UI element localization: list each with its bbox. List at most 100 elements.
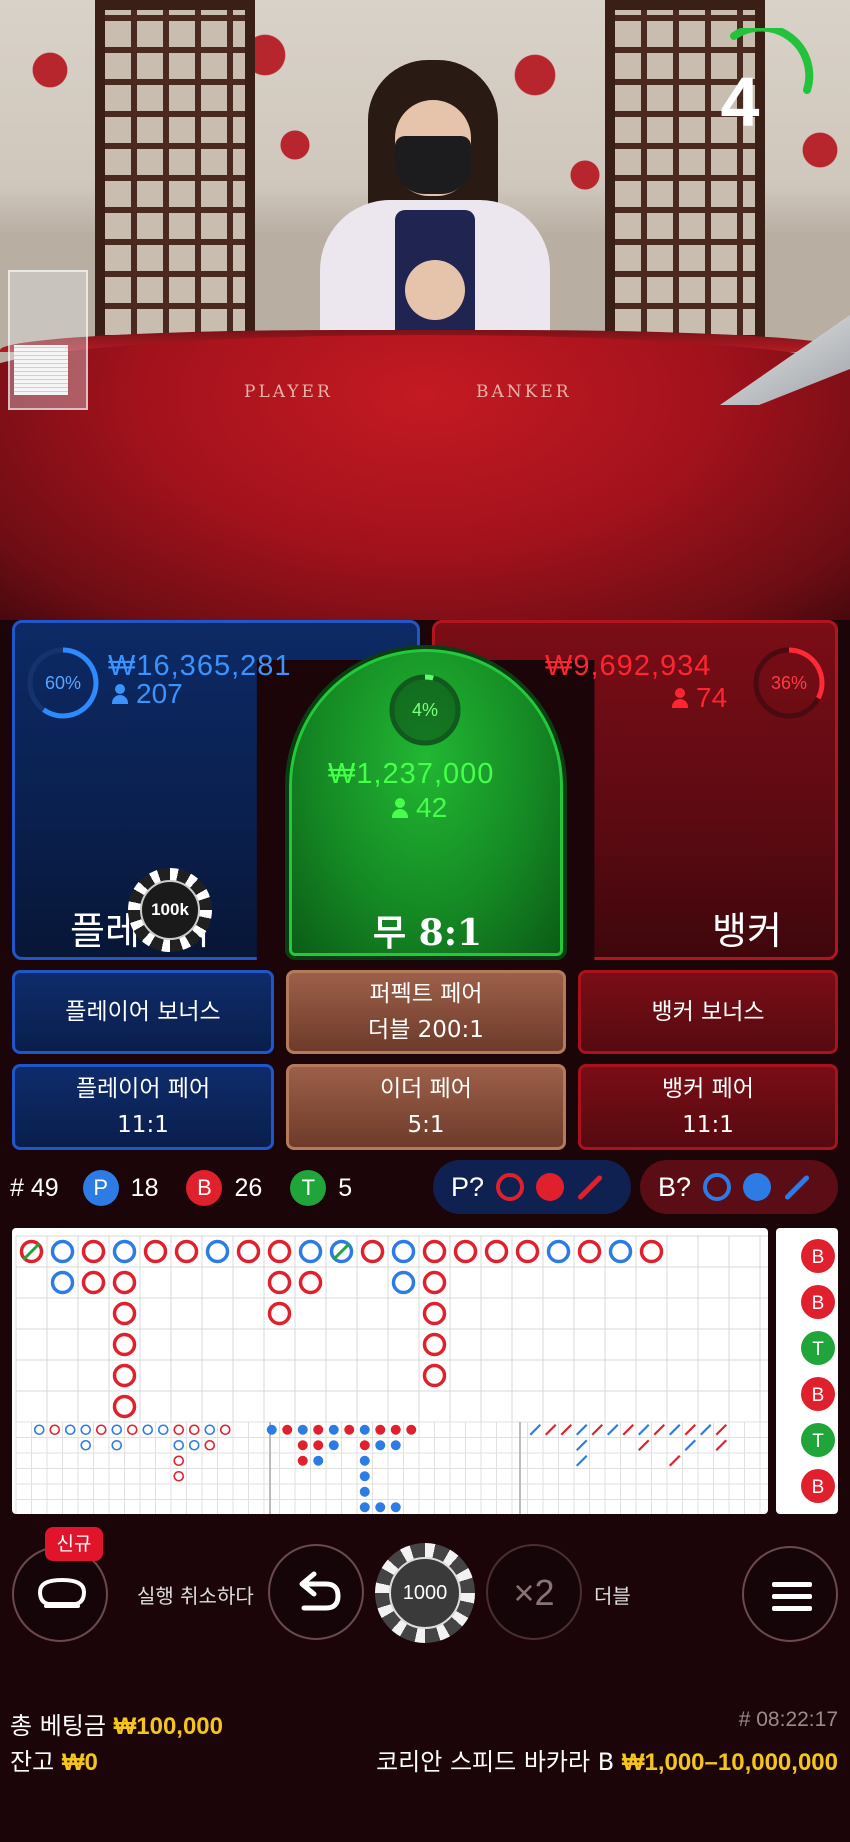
player-bettor-count: 207 bbox=[112, 678, 183, 710]
small-road-dot bbox=[375, 1440, 386, 1451]
banker-ring-mark bbox=[422, 1363, 447, 1388]
small-road-dot bbox=[344, 1424, 355, 1435]
small-road-slash bbox=[544, 1423, 557, 1436]
banker-ring-mark bbox=[422, 1332, 447, 1357]
small-road-slash bbox=[699, 1423, 712, 1436]
small-road-dot bbox=[313, 1440, 324, 1451]
small-road-slash bbox=[606, 1423, 619, 1436]
small-road-ring bbox=[204, 1424, 216, 1436]
tie-count: 5 bbox=[338, 1173, 353, 1202]
small-road-dot bbox=[328, 1440, 339, 1451]
placed-chip-100k: 100k bbox=[128, 868, 212, 952]
small-road-slash bbox=[575, 1439, 588, 1452]
double-label: 더블 bbox=[594, 1584, 631, 1608]
banker-win-count: 26 bbox=[234, 1173, 263, 1202]
small-road-ring bbox=[49, 1424, 61, 1436]
banker-bonus-bet[interactable]: 뱅커 보너스 bbox=[578, 970, 838, 1054]
player-pair-bet[interactable]: 플레이어 페어 11:1 bbox=[12, 1064, 274, 1150]
small-road-dot bbox=[297, 1424, 308, 1435]
player-ring-mark bbox=[391, 1239, 416, 1264]
player-bonus-bet[interactable]: 플레이어 보너스 bbox=[12, 970, 274, 1054]
small-road-slash bbox=[560, 1423, 573, 1436]
tie-percent: 4% bbox=[411, 700, 438, 720]
small-road-slash bbox=[715, 1423, 728, 1436]
banker-ring-mark bbox=[515, 1239, 540, 1264]
small-road-ring bbox=[188, 1424, 200, 1436]
small-road-ring bbox=[173, 1470, 185, 1482]
banker-ring-mark bbox=[298, 1270, 323, 1295]
small-road-ring bbox=[173, 1439, 185, 1451]
player-predict-button[interactable]: P? bbox=[433, 1160, 631, 1214]
player-slash-icon bbox=[783, 1173, 811, 1201]
chip-value: 1000 bbox=[389, 1557, 461, 1629]
banker-ring-mark bbox=[267, 1239, 292, 1264]
banker-percent: 36% bbox=[770, 673, 808, 693]
small-road-slash bbox=[684, 1423, 697, 1436]
small-road-ring bbox=[219, 1424, 231, 1436]
small-road-dot bbox=[359, 1455, 370, 1466]
banker-ring-icon bbox=[496, 1173, 525, 1201]
banker-dot-icon bbox=[536, 1173, 565, 1201]
small-road-ring bbox=[111, 1439, 123, 1451]
double-button[interactable]: ×2 bbox=[486, 1544, 582, 1640]
small-road-ring bbox=[64, 1424, 76, 1436]
either-pair-label: 이더 페어 bbox=[380, 1076, 472, 1102]
banker-pair-odds: 11:1 bbox=[682, 1112, 734, 1138]
banker-ring-mark bbox=[112, 1394, 137, 1419]
table-info: 코리안 스피드 바카라 B ₩1,000–10,000,000 bbox=[376, 1742, 838, 1777]
perfect-pair-bet[interactable]: 퍼펙트 페어 더블 200:1 bbox=[286, 970, 566, 1054]
banker-ring-mark bbox=[267, 1301, 292, 1326]
lattice-screen-left bbox=[95, 0, 255, 345]
small-road-dot bbox=[375, 1424, 386, 1435]
banker-ring-mark bbox=[422, 1270, 447, 1295]
player-win-count: 18 bbox=[130, 1173, 159, 1202]
small-road-dot bbox=[297, 1455, 308, 1466]
tie-bet-label: 무 8:1 bbox=[373, 912, 483, 954]
small-road-slash bbox=[668, 1454, 681, 1467]
player-ring-mark bbox=[50, 1239, 75, 1264]
round-id: # 08:22:17 bbox=[738, 1708, 838, 1731]
table-name: 코리안 스피드 바카라 B bbox=[376, 1748, 615, 1776]
player-pair-label: 플레이어 페어 bbox=[75, 1076, 211, 1102]
banker-predict-button[interactable]: B? bbox=[640, 1160, 838, 1214]
small-road-dot bbox=[359, 1440, 370, 1451]
small-road-slash bbox=[715, 1439, 728, 1452]
banker-ring-mark bbox=[81, 1239, 106, 1264]
bead-label: B bbox=[812, 1293, 825, 1314]
countdown-number: 4 bbox=[720, 63, 760, 141]
small-road-slash bbox=[591, 1423, 604, 1436]
total-bet-label: 총 베팅금 bbox=[10, 1712, 106, 1740]
small-road-slash bbox=[575, 1423, 588, 1436]
player-bonus-label: 플레이어 보너스 bbox=[65, 999, 221, 1025]
player-dot-icon bbox=[743, 1173, 772, 1201]
tie-slash-mark bbox=[332, 1242, 351, 1261]
small-road-ring bbox=[126, 1424, 138, 1436]
banker-pair-label: 뱅커 페어 bbox=[662, 1076, 754, 1102]
banker-ring-mark bbox=[577, 1239, 602, 1264]
small-road-dot bbox=[266, 1424, 277, 1435]
small-road-dot bbox=[390, 1502, 401, 1513]
small-road-ring bbox=[204, 1439, 216, 1451]
felt-banker-label: BANKER bbox=[476, 382, 572, 402]
scoreboard-roadmap[interactable] bbox=[12, 1228, 768, 1514]
either-pair-bet[interactable]: 이더 페어 5:1 bbox=[286, 1064, 566, 1150]
small-road-dot bbox=[375, 1502, 386, 1513]
banker-bonus-label: 뱅커 보너스 bbox=[651, 999, 765, 1025]
shoe-statistics: # 49 P 18 B 26 T 5 bbox=[10, 1162, 352, 1214]
bead-label: B bbox=[812, 1477, 825, 1498]
player-percent: 60% bbox=[44, 673, 82, 693]
tie-badge: T bbox=[290, 1170, 327, 1206]
banker-ring-mark bbox=[639, 1239, 664, 1264]
tie-slash-mark bbox=[22, 1242, 41, 1261]
menu-button[interactable] bbox=[742, 1546, 838, 1642]
undo-label: 실행 취소하다 bbox=[137, 1584, 254, 1608]
undo-button[interactable] bbox=[268, 1544, 364, 1640]
small-road-ring bbox=[157, 1424, 169, 1436]
bead-road[interactable]: B B T B T B bbox=[776, 1228, 838, 1514]
banker-bet-label: 뱅커 bbox=[712, 909, 782, 953]
small-road-slash bbox=[529, 1423, 542, 1436]
chip-selector[interactable]: 1000 bbox=[375, 1543, 475, 1643]
banker-pair-bet[interactable]: 뱅커 페어 11:1 bbox=[578, 1064, 838, 1150]
person-icon bbox=[392, 798, 408, 818]
small-road-dot bbox=[313, 1455, 324, 1466]
